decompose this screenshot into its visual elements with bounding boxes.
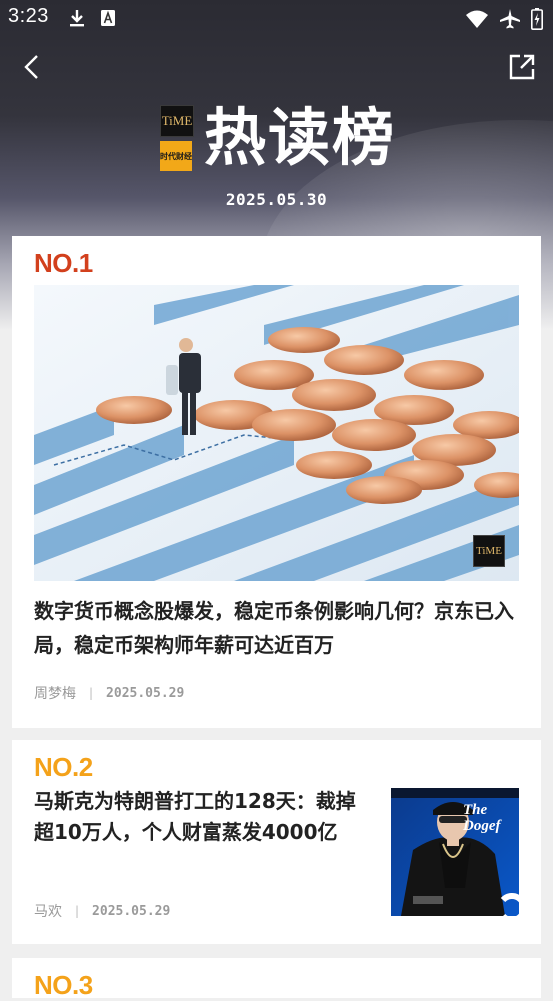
cover-watermark: TiME xyxy=(473,535,505,567)
article-thumbnail[interactable]: The Dogef xyxy=(391,788,519,916)
wifi-icon xyxy=(465,9,489,33)
chevron-left-icon xyxy=(24,55,38,79)
airplane-icon xyxy=(499,8,521,34)
article-card-2[interactable]: NO.2 马斯克为特朗普打工的128天：裁掉超10万人，个人财富蒸发4000亿 … xyxy=(12,740,541,944)
back-button[interactable] xyxy=(18,52,48,82)
time-finance-logo: TiME 时代财经 xyxy=(160,105,194,171)
page-title: 热读榜 xyxy=(204,101,397,174)
article-date: 2025.05.29 xyxy=(92,903,171,919)
logo-caijing: 时代财经 xyxy=(160,141,192,171)
rank-label: NO.1 xyxy=(34,248,93,278)
page-date: 2025.05.30 xyxy=(225,190,328,209)
article-meta: 马欢 | 2025.05.29 xyxy=(34,901,170,921)
meta-separator: | xyxy=(75,904,80,918)
top-nav xyxy=(0,44,553,92)
article-card-1[interactable]: NO.1 TiME 数字货币概念股爆发，稳定币条例影响几何？京东已入局，稳定币架… xyxy=(12,236,541,728)
keyboard-a-icon xyxy=(100,8,116,32)
status-time: 3:23 xyxy=(8,5,49,27)
thumbnail-caption: The Dogef xyxy=(463,802,501,834)
article-author: 周梦梅 xyxy=(34,686,76,702)
article-cover-image: TiME xyxy=(34,285,519,581)
article-card-3[interactable]: NO.3 xyxy=(12,958,541,1000)
share-external-icon xyxy=(509,54,535,80)
logo-time: TiME xyxy=(160,105,194,137)
rank-label: NO.3 xyxy=(34,970,93,1000)
status-bar: 3:23 xyxy=(0,0,553,36)
article-meta: 周梦梅 | 2025.05.29 xyxy=(34,683,184,703)
article-date: 2025.05.29 xyxy=(106,685,185,701)
download-icon xyxy=(68,8,86,32)
page-brand: TiME 时代财经 热读榜 xyxy=(160,103,396,173)
rank-label: NO.2 xyxy=(34,752,93,782)
share-button[interactable] xyxy=(507,52,537,82)
meta-separator: | xyxy=(89,686,94,700)
battery-icon xyxy=(531,8,543,34)
article-title[interactable]: 马斯克为特朗普打工的128天：裁掉超10万人，个人财富蒸发4000亿 xyxy=(34,786,364,848)
article-title[interactable]: 数字货币概念股爆发，稳定币条例影响几何？京东已入局，稳定币架构师年薪可达近百万 xyxy=(34,594,519,662)
article-author: 马欢 xyxy=(34,904,62,920)
